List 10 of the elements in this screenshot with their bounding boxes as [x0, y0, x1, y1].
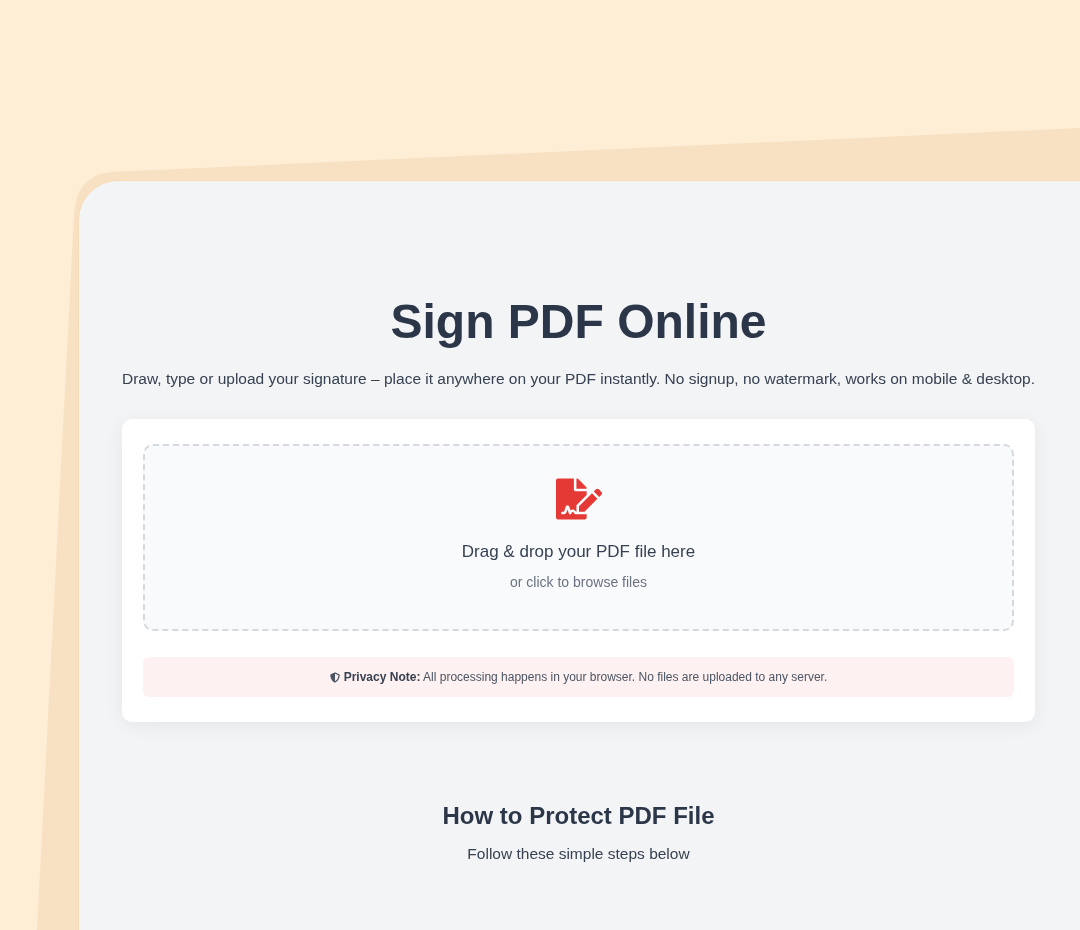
privacy-note-text: Privacy Note: All processing happens in your browser. No files are uploaded to any server. [343, 669, 828, 685]
shield-icon [329, 671, 340, 683]
drop-prompt: Drag & drop your PDF file here [461, 541, 696, 563]
page-title: Sign PDF Online [390, 294, 767, 350]
file-drop-zone[interactable]: Drag & drop your PDF file here or click to browse files [143, 444, 1014, 631]
section-subtitle: Follow these simple steps below [467, 844, 690, 864]
section-heading: How to Protect PDF File [442, 801, 715, 831]
document-pen-icon [555, 478, 602, 520]
page-subtitle: Draw, type or upload your signature – place it anywhere on your PDF instantly. No signup, no watermark, works on mobile & desktop. [122, 369, 1035, 389]
browse-hint: or click to browse files [510, 573, 647, 592]
